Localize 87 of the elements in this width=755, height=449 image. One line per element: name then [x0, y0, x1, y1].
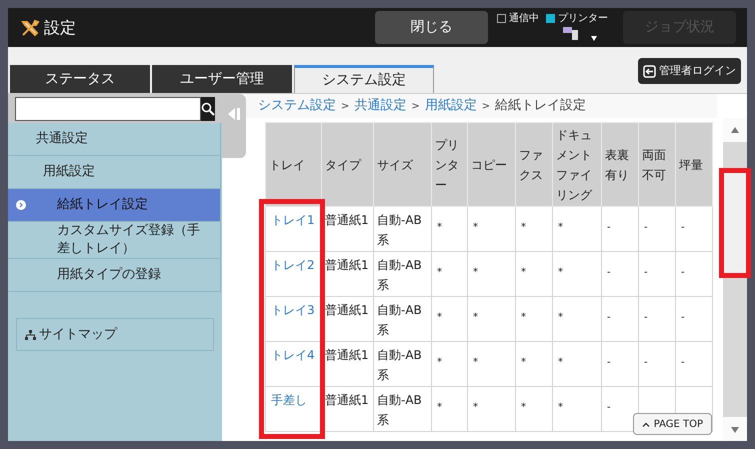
table-cell-text: -	[680, 266, 686, 280]
scrollbar[interactable]	[723, 118, 747, 441]
column-header: ファクス	[516, 122, 552, 206]
breadcrumb-link[interactable]: 用紙設定	[424, 96, 477, 116]
table-cell-text: -	[680, 356, 686, 370]
table-cell-text: -	[606, 221, 612, 235]
column-header: コピー	[468, 122, 516, 206]
tools-icon	[20, 18, 40, 38]
scroll-down-icon[interactable]	[723, 417, 747, 441]
table-cell-text: 普通紙1	[325, 302, 370, 319]
table-cell-text: *	[472, 401, 479, 415]
tab[interactable]: ユーザー管理	[152, 65, 292, 93]
table-cell-text: -	[680, 221, 686, 235]
table-cell-text: -	[643, 356, 649, 370]
page-top-button[interactable]: PAGE TOP	[632, 413, 712, 435]
table-cell-text: *	[557, 311, 564, 325]
breadcrumb-separator: >	[341, 100, 350, 114]
table-cell-text: 自動-AB系	[377, 257, 423, 294]
table-cell-text: -	[606, 266, 612, 280]
breadcrumb-separator: >	[482, 100, 490, 114]
table-cell-text: *	[472, 311, 479, 325]
search-icon	[201, 102, 215, 116]
column-header: トレイ	[266, 122, 322, 206]
table-cell-text: -	[606, 401, 612, 415]
table-cell-text: *	[436, 311, 443, 325]
close-button[interactable]: 閉じる	[375, 11, 488, 44]
table-cell-text: 普通紙1	[325, 392, 370, 409]
table-cell-text: *	[557, 266, 564, 280]
window-title: 設定	[44, 16, 76, 38]
table-cell-text: *	[520, 266, 527, 280]
table-cell-text: *	[520, 356, 527, 370]
column-header: 両面不可	[638, 122, 676, 206]
up-caret-icon	[642, 422, 650, 426]
table-cell-text: 自動-AB系	[377, 392, 423, 429]
indicator-label: 通信中	[509, 12, 539, 26]
indicator-label: プリンター	[558, 12, 608, 26]
table-cell-text: -	[606, 356, 612, 370]
table-cell-text: -	[643, 311, 649, 325]
breadcrumb-link[interactable]: システム設定	[258, 96, 336, 116]
table-cell-text: 普通紙1	[325, 212, 370, 229]
sidebar-item[interactable]: 給紙トレイ設定	[8, 189, 220, 222]
table-cell-text: -	[680, 311, 686, 325]
table-cell-text: *	[436, 401, 443, 415]
dropdown-icon[interactable]	[591, 36, 597, 41]
table-cell-text: *	[557, 401, 564, 415]
column-header: ドキュメントファイリング	[552, 122, 602, 206]
search-button[interactable]	[201, 97, 215, 121]
table-cell-text: *	[520, 221, 527, 235]
table-cell-text: *	[472, 266, 479, 280]
breadcrumb-link[interactable]: 共通設定	[354, 96, 406, 116]
column-header: タイプ	[322, 122, 374, 206]
table-cell-text: *	[520, 401, 527, 415]
table-cell-text: 普通紙1	[325, 257, 370, 274]
sitemap-icon	[25, 330, 36, 340]
column-header: プリンター	[432, 122, 468, 206]
column-header: サイズ	[374, 122, 432, 206]
table-cell-text: *	[472, 221, 479, 235]
sidebar-item[interactable]: カスタムサイズ登録（手差しトレイ）	[8, 222, 220, 259]
table-cell-text: *	[472, 356, 479, 370]
printer-icon	[563, 26, 579, 40]
breadcrumb-separator: >	[411, 100, 420, 114]
table-cell-text: 普通紙1	[325, 347, 370, 364]
table-cell-text: -	[606, 311, 612, 325]
scroll-thumb[interactable]	[724, 173, 746, 273]
breadcrumb-current: 給紙トレイ設定	[495, 97, 586, 116]
table-cell-text: *	[557, 356, 564, 370]
admin-login-button[interactable]: 管理者ログイン	[638, 58, 741, 84]
tab[interactable]: ステータス	[10, 65, 150, 93]
login-icon	[643, 64, 656, 78]
table-cell-text: 自動-AB系	[377, 302, 423, 339]
table-cell-text: *	[520, 311, 527, 325]
column-header: 表裏有り	[602, 122, 638, 206]
table-cell-text: -	[643, 221, 649, 235]
search-field[interactable]	[15, 97, 201, 121]
table-cell-text: *	[557, 221, 564, 235]
column-header: 坪量	[676, 122, 712, 206]
table-cell-text: 自動-AB系	[377, 212, 423, 249]
table-cell-text: *	[436, 266, 443, 280]
chevron-icon	[16, 200, 26, 210]
table-cell-text: *	[436, 356, 443, 370]
scroll-up-icon[interactable]	[723, 118, 747, 142]
collapse-icon	[228, 108, 240, 120]
sitemap-button[interactable]: サイトマップ	[16, 318, 214, 351]
tab[interactable]: システム設定	[294, 65, 434, 93]
table-cell-text: *	[436, 221, 443, 235]
table-cell-text: 自動-AB系	[377, 347, 423, 384]
table-cell-text: -	[643, 266, 649, 280]
